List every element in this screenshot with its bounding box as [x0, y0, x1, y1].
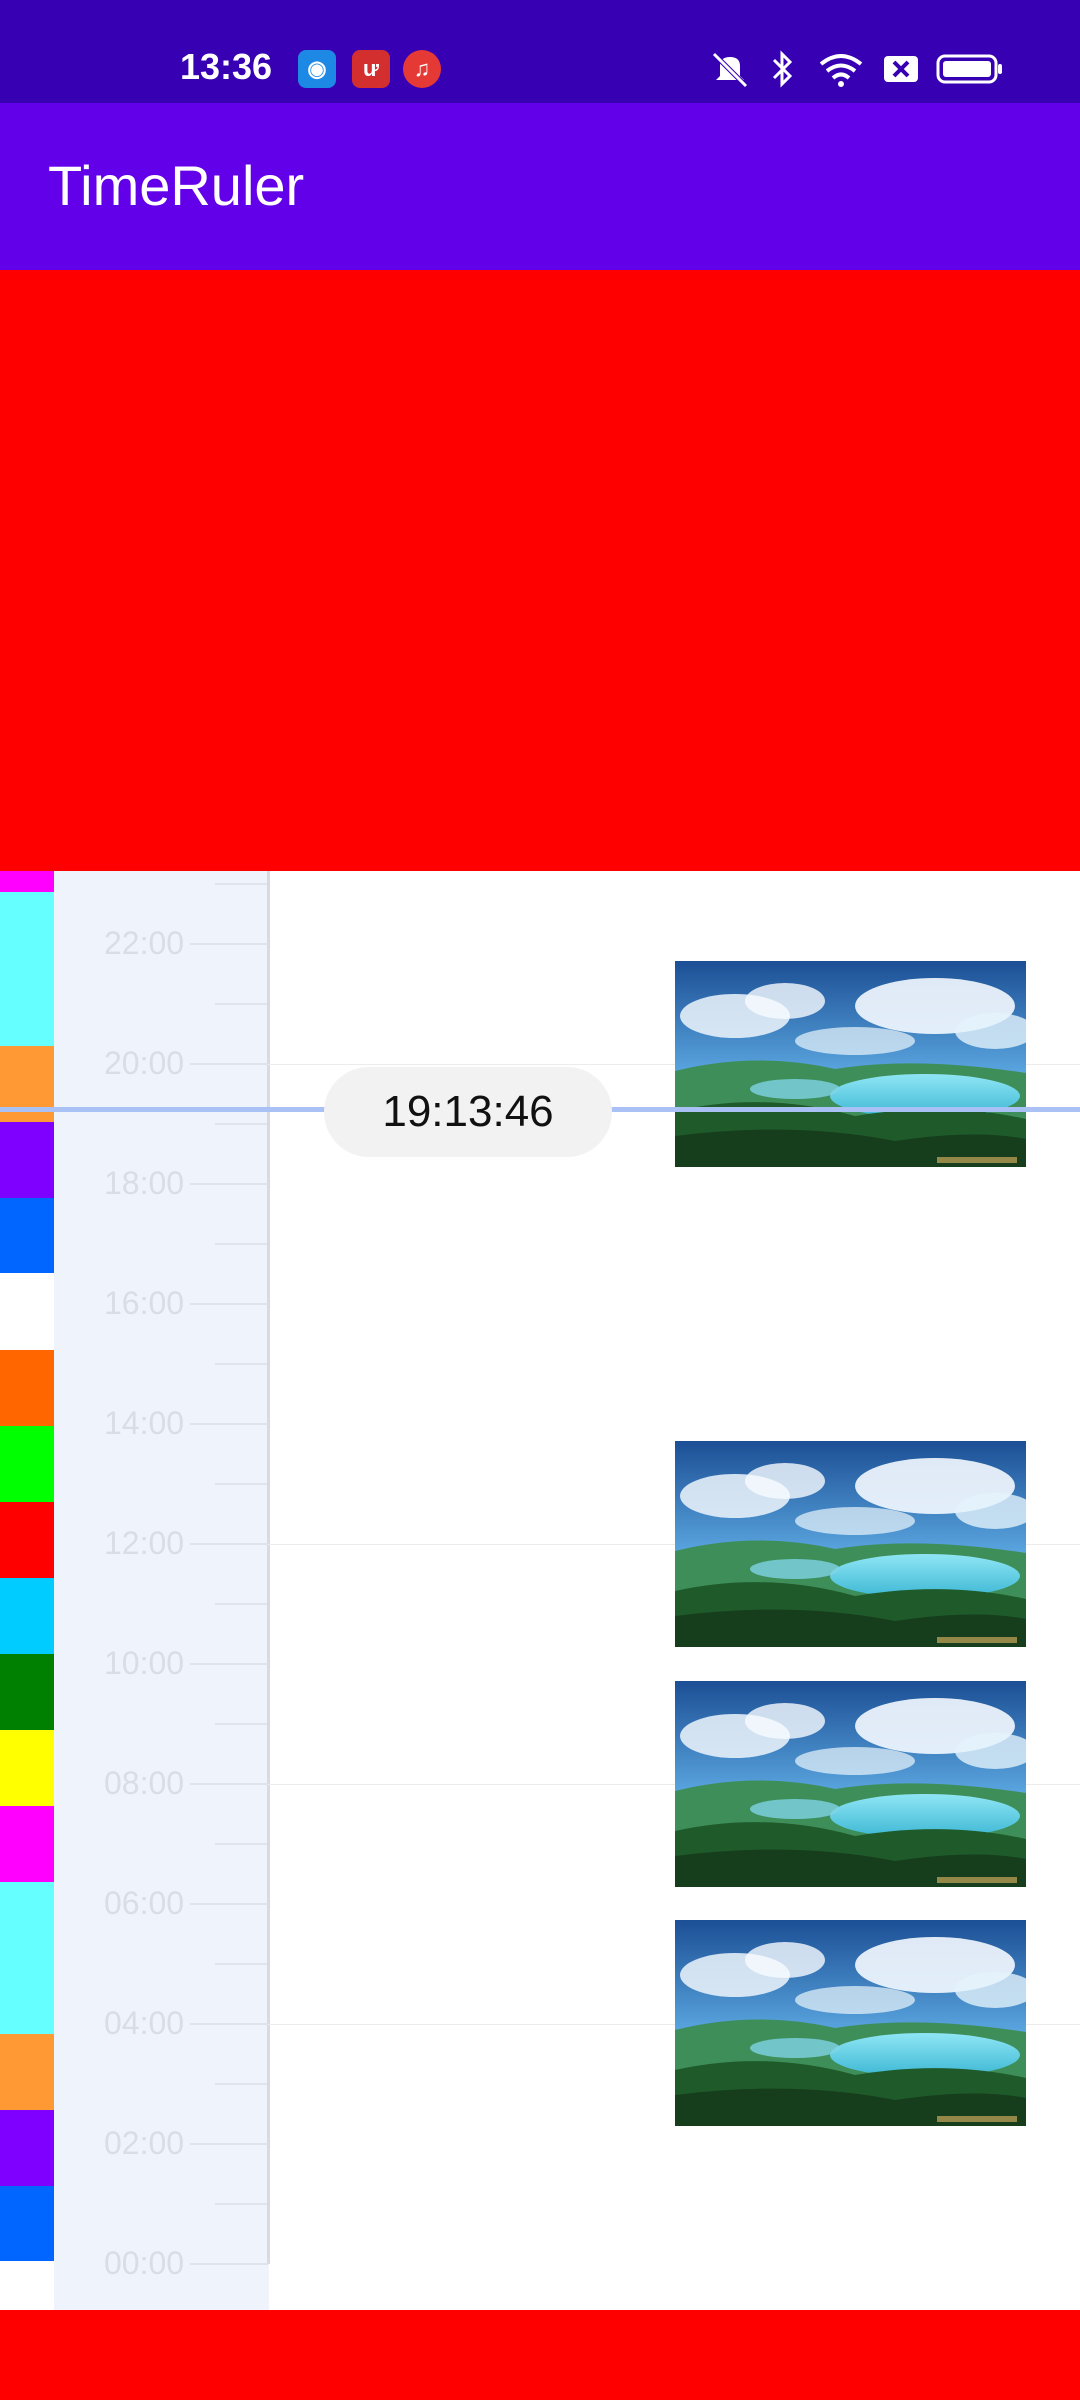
hour-label: 08:00 — [104, 1765, 185, 1801]
color-segment — [0, 1426, 54, 1502]
landscape-image — [675, 961, 1026, 1167]
hour-label: 18:00 — [104, 1165, 185, 1201]
ruler-background — [54, 871, 269, 2310]
major-tick — [190, 2263, 268, 2265]
major-tick — [190, 943, 268, 945]
color-segment — [0, 1122, 54, 1198]
bluetooth-icon — [772, 50, 793, 88]
hour-label: 16:00 — [104, 1285, 185, 1321]
color-segment — [0, 1350, 54, 1426]
color-segment — [0, 871, 54, 892]
minor-tick — [215, 2203, 267, 2205]
major-tick — [190, 1663, 268, 1665]
minor-tick — [215, 2083, 267, 2085]
screen: { "status_bar": { "time": "13:36", "app_… — [0, 0, 1080, 2400]
landscape-image — [675, 1920, 1026, 2126]
minor-tick — [215, 1243, 267, 1245]
color-segment — [0, 2110, 54, 2186]
hour-label: 06:00 — [104, 1885, 185, 1921]
major-tick — [190, 1423, 268, 1425]
color-segment — [0, 1730, 54, 1806]
major-tick — [190, 1183, 268, 1185]
color-segment — [0, 892, 54, 1046]
minor-tick — [215, 1723, 267, 1725]
color-strip — [0, 871, 54, 2310]
wifi-icon — [819, 54, 863, 87]
minor-tick — [215, 1123, 267, 1125]
minor-tick — [215, 1603, 267, 1605]
app-bar: TimeRuler — [0, 103, 1080, 270]
color-segment — [0, 1882, 54, 2034]
status-bar: 13:36 ◉ ư ♫ — [0, 0, 1080, 103]
music-app-icon: ♫ — [403, 50, 441, 88]
minor-tick — [215, 1963, 267, 1965]
color-segment — [0, 2186, 54, 2261]
minor-tick — [215, 1843, 267, 1845]
major-tick — [190, 2143, 268, 2145]
minor-tick — [215, 1363, 267, 1365]
mute-icon — [712, 52, 748, 88]
no-sim-icon — [884, 56, 918, 82]
browser-app-icon: ◉ — [298, 50, 336, 88]
thumbnail-image[interactable] — [675, 1441, 1026, 1647]
hour-label: 02:00 — [104, 2125, 185, 2161]
hour-label: 14:00 — [104, 1405, 185, 1441]
major-tick — [190, 1783, 268, 1785]
status-time: 13:36 — [180, 46, 273, 87]
thumbnail-image[interactable] — [675, 1681, 1026, 1887]
ruler-axis-line — [267, 871, 270, 2264]
landscape-image — [675, 1441, 1026, 1647]
hour-label: 10:00 — [104, 1645, 185, 1681]
color-segment — [0, 1198, 54, 1273]
major-tick — [190, 1903, 268, 1905]
minor-tick — [215, 883, 267, 885]
hour-label: 00:00 — [104, 2245, 185, 2281]
red-footer-panel — [0, 2310, 1080, 2400]
red-header-panel — [0, 270, 1080, 871]
major-tick — [190, 2023, 268, 2025]
time-cursor-label: 19:13:46 — [324, 1067, 612, 1157]
landscape-image — [675, 1681, 1026, 1887]
hour-label: 20:00 — [104, 1045, 185, 1081]
color-segment — [0, 1578, 54, 1654]
time-ruler[interactable]: 22:00 20:00 18:00 16:00 14:00 12:00 10:00 08:00… — [0, 871, 1080, 2310]
color-segment — [0, 1806, 54, 1882]
thumbnail-image[interactable] — [675, 1920, 1026, 2126]
major-tick — [190, 1063, 268, 1065]
minor-tick — [215, 1003, 267, 1005]
thumbnail-image[interactable] — [675, 961, 1026, 1167]
battery-icon — [936, 54, 1002, 84]
color-segment — [0, 1502, 54, 1578]
hour-label: 22:00 — [104, 925, 185, 961]
hour-label: 12:00 — [104, 1525, 185, 1561]
major-tick — [190, 1303, 268, 1305]
major-tick — [190, 1543, 268, 1545]
hour-label: 04:00 — [104, 2005, 185, 2041]
minor-tick — [215, 1483, 267, 1485]
color-segment — [0, 1654, 54, 1730]
app-title: TimeRuler — [48, 154, 305, 217]
color-segment — [0, 2034, 54, 2110]
clipboard-app-icon: ư — [352, 50, 390, 88]
